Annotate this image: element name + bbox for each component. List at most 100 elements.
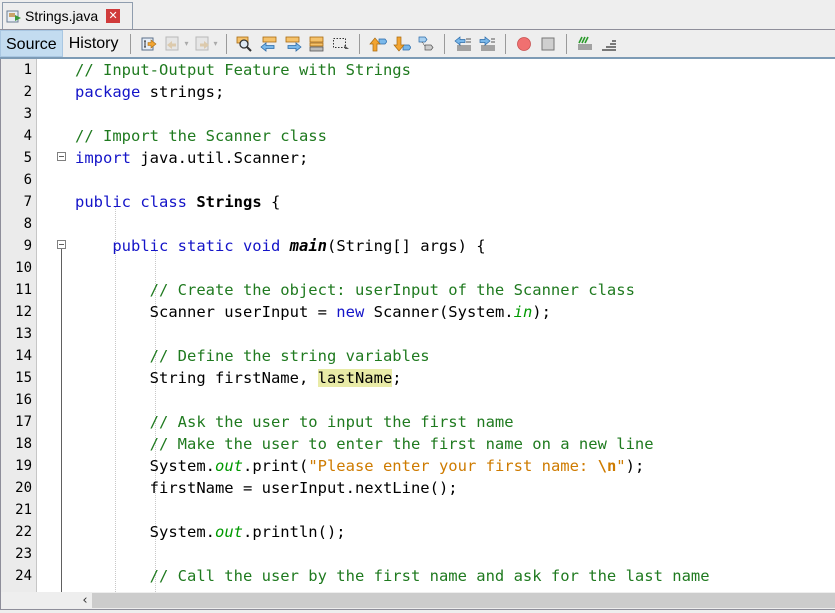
- toolbar-separator: [225, 33, 227, 54]
- code-editor[interactable]: 1 2 3 4 5 6 7 8 9 10 11 12 13 14 15 16 17 18 19 20 21 22 23 24 …: [0, 59, 835, 592]
- toolbar-separator: [565, 33, 567, 54]
- find-icon[interactable]: [236, 35, 254, 53]
- code-line[interactable]: System.out.println();: [75, 521, 346, 543]
- previous-bookmark-icon[interactable]: [368, 35, 387, 53]
- code-line[interactable]: String firstName, lastName;: [75, 367, 402, 389]
- line-number: 11: [15, 282, 32, 298]
- scrollbar-thumb[interactable]: [92, 593, 835, 608]
- editor-bottom-border: [0, 609, 835, 613]
- code-line[interactable]: public class Strings {: [75, 191, 280, 213]
- code-token: {: [261, 193, 281, 211]
- code-token: .println();: [242, 523, 346, 541]
- line-number: 24: [15, 568, 32, 584]
- line-number-gutter: 1 2 3 4 5 6 7 8 9 10 11 12 13 14 15 16 17 18 19 20 21 22 23 24: [0, 59, 37, 592]
- line-number: 23: [15, 546, 32, 562]
- last-edit-icon[interactable]: [140, 35, 158, 53]
- fold-range-line: [61, 249, 62, 592]
- code-line[interactable]: // Import the Scanner class: [75, 125, 327, 147]
- file-tab-strings-java[interactable]: Strings.java ✕: [2, 2, 133, 29]
- code-token: // Input-Output Feature with Strings: [75, 61, 411, 79]
- line-number: 22: [15, 524, 32, 540]
- code-token: // Call the user by the first name and a…: [75, 567, 710, 585]
- toolbar-separator: [504, 33, 506, 54]
- code-token: // Make the user to enter the first name…: [75, 435, 654, 453]
- code-token: firstName = userInput.nextLine();: [75, 479, 458, 497]
- find-previous-icon[interactable]: [259, 35, 278, 53]
- code-token: in: [513, 303, 533, 321]
- code-line[interactable]: firstName = userInput.nextLine();: [75, 477, 458, 499]
- code-token: );: [532, 303, 551, 321]
- code-token: System.: [75, 457, 215, 475]
- tab-history[interactable]: History: [63, 30, 125, 57]
- toggle-bookmark-icon[interactable]: [417, 35, 435, 53]
- toolbar-separator: [443, 33, 445, 54]
- code-line[interactable]: // Make the user to enter the first name…: [75, 433, 654, 455]
- code-token: Strings: [196, 193, 262, 211]
- find-next-icon[interactable]: [284, 35, 302, 53]
- record-macro-icon[interactable]: [515, 35, 533, 53]
- code-token: import: [75, 149, 131, 167]
- toolbar-separator: [130, 33, 132, 54]
- forward-dropdown-icon[interactable]: ▾: [214, 39, 218, 48]
- code-token: String firstName,: [75, 369, 318, 387]
- line-number: 18: [15, 436, 32, 452]
- forward-icon[interactable]: [194, 35, 212, 53]
- line-number: 8: [23, 216, 32, 232]
- code-token: java.util.Scanner;: [131, 149, 309, 167]
- code-token: Scanner userInput =: [75, 303, 337, 321]
- fold-toggle-main-method[interactable]: [57, 240, 66, 249]
- toggle-highlight-icon[interactable]: [308, 35, 326, 53]
- code-token: out: [214, 523, 243, 541]
- line-number: 1: [23, 62, 32, 78]
- stop-macro-icon[interactable]: [539, 35, 557, 53]
- code-line[interactable]: import java.util.Scanner;: [75, 147, 308, 169]
- line-number: 6: [23, 172, 32, 188]
- code-line[interactable]: // Input-Output Feature with Strings: [75, 59, 411, 81]
- back-dropdown-icon[interactable]: ▾: [184, 39, 188, 48]
- shift-right-icon[interactable]: [478, 35, 496, 53]
- back-icon[interactable]: [164, 35, 182, 53]
- code-token: out: [214, 457, 243, 475]
- code-token: );: [625, 457, 645, 475]
- code-token: // Create the object: userInput of the S…: [75, 281, 635, 299]
- comment-icon[interactable]: [576, 35, 594, 53]
- code-line[interactable]: // Define the string variables: [75, 345, 430, 367]
- fold-gutter: [37, 59, 67, 592]
- code-token: main: [289, 237, 327, 255]
- line-number: 10: [15, 260, 32, 276]
- close-icon[interactable]: ✕: [106, 9, 121, 23]
- code-line[interactable]: Scanner userInput = new Scanner(System.i…: [75, 301, 551, 323]
- code-line[interactable]: // Create the object: userInput of the S…: [75, 279, 635, 301]
- tab-source[interactable]: Source: [0, 30, 63, 57]
- code-token: (String[] args) {: [326, 237, 486, 255]
- line-number: 17: [15, 414, 32, 430]
- line-number: 4: [23, 128, 32, 144]
- shift-left-icon[interactable]: [453, 35, 472, 53]
- code-token: public static void: [75, 237, 281, 255]
- code-line[interactable]: package strings;: [75, 81, 224, 103]
- code-token: "Please enter your first name:: [308, 457, 598, 475]
- code-token: // Define the string variables: [75, 347, 430, 365]
- code-token: // Ask the user to input the first name: [75, 413, 514, 431]
- editor-tab-bar: Strings.java ✕: [0, 0, 835, 30]
- code-line[interactable]: public static void main(String[] args) {: [75, 235, 486, 257]
- code-line[interactable]: System.out.print("Please enter your firs…: [75, 455, 645, 477]
- code-token: .print(: [242, 457, 309, 475]
- code-line[interactable]: // Ask the user to input the first name: [75, 411, 514, 433]
- line-number: 21: [15, 502, 32, 518]
- uncomment-icon[interactable]: [600, 35, 618, 53]
- code-token: Scanner(System.: [364, 303, 514, 321]
- toggle-rect-selection-icon[interactable]: [332, 35, 350, 53]
- next-bookmark-icon[interactable]: [392, 35, 411, 53]
- line-number: 3: [23, 106, 32, 122]
- horizontal-scrollbar[interactable]: ‹: [67, 592, 835, 609]
- scroll-left-icon[interactable]: ‹: [77, 592, 93, 609]
- code-token: // Import the Scanner class: [75, 127, 327, 145]
- code-token: ;: [392, 369, 402, 387]
- code-token: System.: [75, 523, 215, 541]
- code-line[interactable]: // Call the user by the first name and a…: [75, 565, 710, 587]
- line-number: 15: [15, 370, 32, 386]
- line-number: 5: [23, 150, 32, 166]
- fold-toggle-import[interactable]: [57, 152, 66, 161]
